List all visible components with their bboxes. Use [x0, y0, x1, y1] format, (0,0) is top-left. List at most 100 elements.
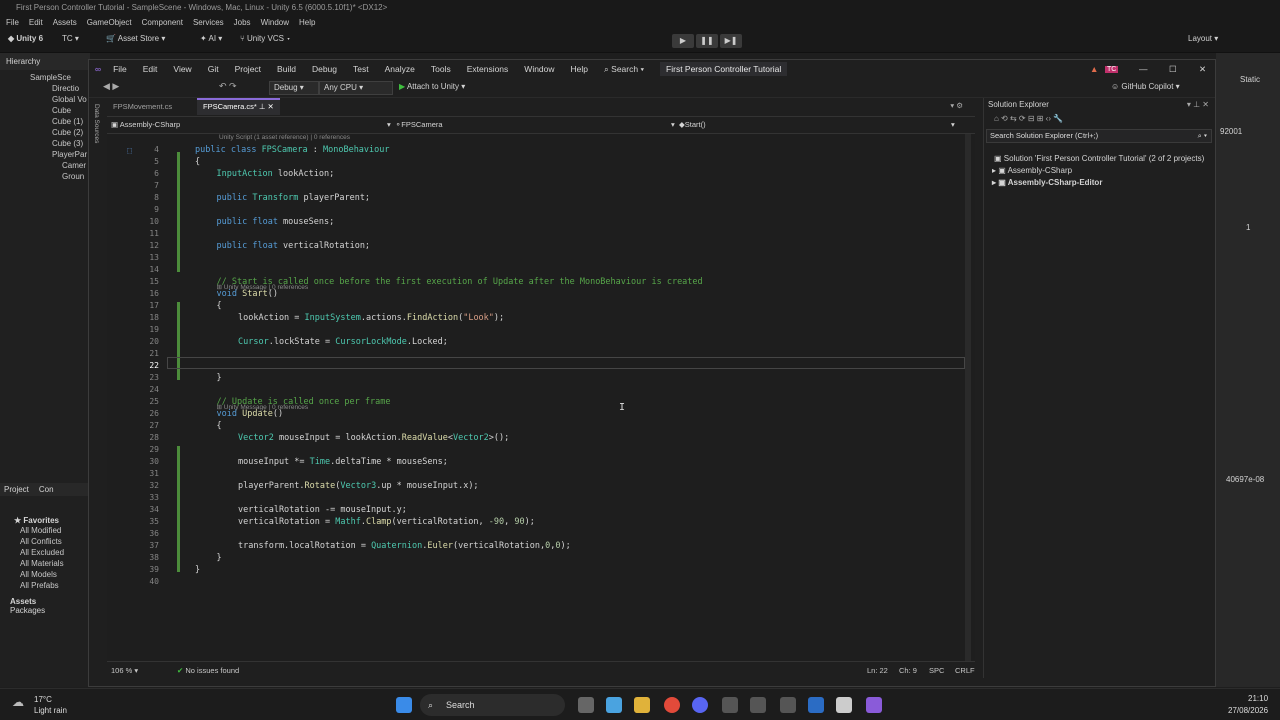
favorite-item[interactable]: All Conflicts	[20, 536, 90, 547]
task-view-icon[interactable]	[578, 697, 594, 713]
unity-menu-component[interactable]: Component	[142, 16, 183, 29]
project-tab[interactable]: Project	[4, 485, 29, 494]
asset-store-button[interactable]: 🛒 Asset Store ▾	[106, 34, 165, 43]
hierarchy-item[interactable]: Groun	[30, 171, 90, 182]
taskbar-search-box[interactable]: ⌕ Search	[420, 694, 565, 716]
start-button[interactable]	[396, 697, 412, 713]
copilot-icon[interactable]	[606, 697, 622, 713]
chrome-icon[interactable]	[664, 697, 680, 713]
platform-dropdown[interactable]: Any CPU ▾	[319, 81, 393, 95]
line-ending-indicator[interactable]: CRLF	[955, 666, 975, 675]
favorite-item[interactable]: All Materials	[20, 558, 90, 569]
tab-overflow-icon[interactable]: ▾ ⚙	[950, 101, 963, 110]
vcs-button[interactable]: ⑂ Unity VCS ▾	[240, 34, 291, 43]
vs-menu-git[interactable]: Git	[208, 64, 219, 74]
vs-menu-file[interactable]: File	[113, 64, 127, 74]
hierarchy-item[interactable]: Cube (1)	[30, 116, 90, 127]
copilot-button[interactable]: ☺ GitHub Copilot ▾	[1111, 82, 1180, 91]
vs-menu-debug[interactable]: Debug	[312, 64, 337, 74]
maximize-button[interactable]: ☐	[1169, 64, 1177, 75]
favorite-item[interactable]: All Models	[20, 569, 90, 580]
hierarchy-item[interactable]: PlayerPar	[30, 149, 90, 160]
warning-icon[interactable]: ▲	[1090, 64, 1098, 74]
hierarchy-tab[interactable]: Hierarchy	[0, 53, 90, 70]
favorites-header[interactable]: ★ Favorites	[0, 496, 90, 525]
home-icon[interactable]: ⌂ ⟲ ⇆ ⟳ ⊟ ⊞ ‹› 🔧	[994, 114, 1063, 123]
line-indicator[interactable]: Ln: 22	[867, 666, 888, 675]
vs-menu-tools[interactable]: Tools	[431, 64, 451, 74]
pin-icon[interactable]: ⊥	[259, 102, 266, 111]
weather-desc[interactable]: Light rain	[34, 706, 67, 715]
vs-search-button[interactable]: ⌕ Search ▾	[604, 64, 644, 75]
code-lens[interactable]: Unity Script (1 asset reference) | 0 ref…	[219, 134, 350, 141]
attach-button[interactable]: ▶ Attach to Unity ▾	[399, 82, 465, 91]
close-button[interactable]: ✕	[1199, 64, 1206, 75]
vs-menu-test[interactable]: Test	[353, 64, 369, 74]
step-button[interactable]: ▶❚	[720, 34, 742, 48]
packages-folder[interactable]: Packages	[0, 606, 90, 615]
layout-dropdown[interactable]: Layout ▾	[1188, 34, 1218, 43]
hierarchy-item[interactable]: Directio	[30, 83, 90, 94]
pause-button[interactable]: ❚❚	[696, 34, 718, 48]
discord-icon[interactable]	[692, 697, 708, 713]
favorite-item[interactable]: All Excluded	[20, 547, 90, 558]
ai-button[interactable]: ✦ AI ▾	[200, 34, 222, 43]
hierarchy-item[interactable]: SampleSce	[30, 72, 90, 83]
vs-menu-edit[interactable]: Edit	[143, 64, 158, 74]
vs-menu-window[interactable]: Window	[524, 64, 554, 74]
minimize-button[interactable]: —	[1139, 64, 1148, 74]
tab-fpsmovement[interactable]: FPSMovement.cs	[107, 100, 178, 114]
unity-menu-services[interactable]: Services	[193, 16, 224, 29]
whitespace-indicator[interactable]: SPC	[929, 666, 944, 675]
unity-menu-jobs[interactable]: Jobs	[234, 16, 251, 29]
nav-back-icon[interactable]: ◀ ▶	[103, 81, 119, 92]
vs-menu-extensions[interactable]: Extensions	[467, 64, 509, 74]
clock-time[interactable]: 21:10	[1248, 694, 1268, 703]
unity-menu-assets[interactable]: Assets	[53, 16, 77, 29]
unity-editor-icon[interactable]	[780, 697, 796, 713]
vs-menu-view[interactable]: View	[173, 64, 191, 74]
unity-menu-window[interactable]: Window	[261, 16, 289, 29]
vs-menu-help[interactable]: Help	[571, 64, 588, 74]
column-indicator[interactable]: Ch: 9	[899, 666, 917, 675]
paint-icon[interactable]	[836, 697, 852, 713]
undo-icon[interactable]: ↶ ↷	[219, 81, 237, 92]
weather-temp[interactable]: 17°C	[34, 695, 52, 704]
project-nav-dropdown[interactable]: ▣ Assembly-CSharp ▾	[111, 120, 391, 129]
favorite-item[interactable]: All Prefabs	[20, 580, 90, 591]
solution-node[interactable]: ▣ Solution 'First Person Controller Tuto…	[994, 154, 1204, 163]
play-button[interactable]: ▶	[672, 34, 694, 48]
unity-menu-edit[interactable]: Edit	[29, 16, 43, 29]
editor-scrollbar[interactable]	[965, 134, 971, 661]
hierarchy-item[interactable]: Camer	[30, 160, 90, 171]
favorite-item[interactable]: All Modified	[20, 525, 90, 536]
hierarchy-item[interactable]: Cube	[30, 105, 90, 116]
data-sources-side-tab[interactable]: Data Sources	[93, 104, 100, 143]
vs-menu-build[interactable]: Build	[277, 64, 296, 74]
code-editor[interactable]: Unity Script (1 asset reference) | 0 ref…	[107, 134, 975, 661]
clock-date[interactable]: 27/08/2026	[1228, 706, 1268, 715]
member-nav-dropdown[interactable]: ◆Start() ▾	[679, 120, 955, 129]
unity-account-button[interactable]: ◆ Unity 6	[8, 34, 43, 43]
hierarchy-item[interactable]: Global Vo	[30, 94, 90, 105]
unity-tc-dropdown[interactable]: TC ▾	[62, 34, 79, 43]
hierarchy-item[interactable]: Cube (2)	[30, 127, 90, 138]
console-tab[interactable]: Con	[39, 485, 54, 494]
unity-menu-file[interactable]: File	[6, 16, 19, 29]
hierarchy-item[interactable]: Cube (3)	[30, 138, 90, 149]
project-node[interactable]: ▸ ▣ Assembly-CSharp	[992, 166, 1072, 175]
word-icon[interactable]	[808, 697, 824, 713]
solution-search-input[interactable]: Search Solution Explorer (Ctrl+;) ⌕ ▾	[986, 129, 1212, 143]
issues-indicator[interactable]: ✔ No issues found	[177, 666, 239, 675]
assets-folder[interactable]: Assets	[0, 591, 90, 606]
file-explorer-icon[interactable]	[634, 697, 650, 713]
visual-studio-icon[interactable]	[866, 697, 882, 713]
unity-menu-gameobject[interactable]: GameObject	[87, 16, 132, 29]
app-icon[interactable]	[722, 697, 738, 713]
class-nav-dropdown[interactable]: ⚬FPSCamera ▾	[395, 120, 675, 129]
close-tab-icon[interactable]: ✕	[268, 102, 274, 111]
config-dropdown[interactable]: Debug ▾	[269, 81, 319, 95]
vs-menu-analyze[interactable]: Analyze	[385, 64, 415, 74]
user-avatar[interactable]: TC	[1105, 65, 1119, 73]
unity-menu-help[interactable]: Help	[299, 16, 315, 29]
